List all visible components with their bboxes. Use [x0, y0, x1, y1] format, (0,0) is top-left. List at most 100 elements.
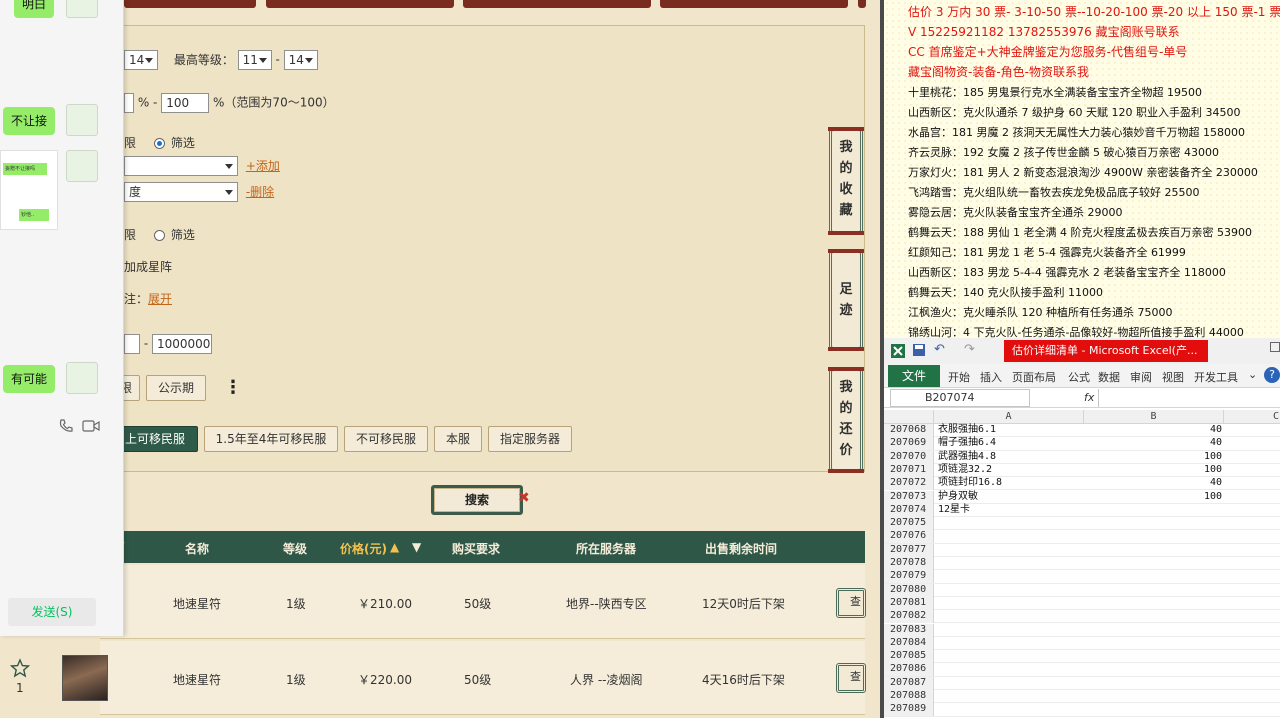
- row-number[interactable]: 207082: [884, 610, 934, 624]
- top-nav-tab[interactable]: [463, 0, 651, 8]
- price-min-input[interactable]: [124, 334, 140, 354]
- table-row[interactable]: 207085: [884, 650, 1280, 664]
- public-period-button[interactable]: 公示期: [146, 375, 206, 401]
- ribbon-tab[interactable]: 开发工具: [1194, 369, 1238, 385]
- table-row[interactable]: 地速星符 1级 ￥210.00 50级 地界--陕西专区 12天0时后下架: [100, 565, 865, 639]
- cell-a[interactable]: 帽子强抽6.4: [938, 437, 996, 449]
- row-number[interactable]: 207078: [884, 557, 934, 570]
- delete-link[interactable]: -删除: [246, 185, 274, 199]
- cell-b[interactable]: 40: [1210, 424, 1222, 436]
- table-row[interactable]: 207082: [884, 610, 1280, 624]
- table-row[interactable]: 207079: [884, 570, 1280, 584]
- row-number[interactable]: 207079: [884, 570, 934, 584]
- table-row[interactable]: 207071 项链混32.2 100: [884, 463, 1280, 478]
- row-number[interactable]: 207072: [884, 477, 934, 491]
- my-favorites-tab[interactable]: 我 的 收 藏: [828, 127, 864, 235]
- item-thumbnail[interactable]: [62, 655, 108, 701]
- ribbon-collapse-icon[interactable]: ⌄: [1248, 368, 1257, 381]
- col-header-price[interactable]: 价格(元): [340, 540, 387, 557]
- file-tab[interactable]: 文件: [888, 365, 940, 387]
- ribbon-tab[interactable]: 开始: [948, 369, 970, 385]
- row-number[interactable]: 207075: [884, 517, 934, 531]
- row-number[interactable]: 207085: [884, 650, 934, 664]
- ribbon-tab[interactable]: 数据: [1098, 369, 1120, 385]
- table-row[interactable]: 207074 12星卡: [884, 503, 1280, 518]
- item-name[interactable]: 地速星符: [173, 671, 221, 688]
- search-button[interactable]: 搜索: [431, 485, 523, 515]
- table-row[interactable]: 207086: [884, 663, 1280, 677]
- min-level-select[interactable]: 14: [124, 50, 158, 70]
- attr-select-1[interactable]: [124, 156, 238, 176]
- top-nav-tab[interactable]: [660, 0, 848, 8]
- cell-b[interactable]: 100: [1204, 491, 1222, 503]
- migration-btn-2[interactable]: 1.5年至4年可移民服: [204, 426, 338, 452]
- table-row[interactable]: 207068 衣服强抽6.1 40: [884, 424, 1280, 438]
- table-row[interactable]: 207072 项链封印16.8 40: [884, 477, 1280, 491]
- migration-btn-1[interactable]: 上可移民服: [112, 426, 198, 452]
- ribbon-tab[interactable]: 插入: [980, 369, 1002, 385]
- cell-a[interactable]: 武器强抽4.8: [938, 451, 996, 463]
- top-nav-tab[interactable]: [124, 0, 256, 8]
- cell-a[interactable]: 项链封印16.8: [938, 477, 1002, 489]
- table-row[interactable]: 207087: [884, 676, 1280, 690]
- fx-icon[interactable]: fx: [1084, 391, 1094, 404]
- price-max-input[interactable]: 1000000: [152, 334, 212, 354]
- ribbon-tab[interactable]: 公式: [1068, 369, 1090, 385]
- table-row[interactable]: 207084: [884, 636, 1280, 651]
- star-outline-icon[interactable]: [10, 658, 30, 678]
- row-number[interactable]: 207068: [884, 424, 934, 437]
- row-number[interactable]: 207073: [884, 490, 934, 504]
- filter-radio-1[interactable]: [153, 138, 165, 149]
- max-level-select-a[interactable]: 11: [237, 50, 272, 70]
- table-row[interactable]: 207078: [884, 557, 1280, 571]
- migration-btn-5[interactable]: 指定服务器: [488, 426, 572, 452]
- row-number[interactable]: 207069: [884, 437, 934, 451]
- table-row[interactable]: 207076: [884, 530, 1280, 544]
- name-box[interactable]: B207074: [890, 389, 1030, 407]
- view-button[interactable]: 查: [836, 588, 866, 618]
- percent-min-input[interactable]: [124, 93, 134, 113]
- row-number[interactable]: 207071: [884, 463, 934, 477]
- ribbon-tab[interactable]: 页面布局: [1012, 369, 1056, 385]
- attr-select-2[interactable]: 度: [124, 182, 238, 202]
- expand-link[interactable]: 展开: [148, 292, 172, 306]
- row-number[interactable]: 207077: [884, 543, 934, 557]
- row-number[interactable]: 207080: [884, 583, 934, 597]
- view-button[interactable]: 查: [836, 663, 866, 693]
- table-row[interactable]: 207080: [884, 583, 1280, 597]
- video-call-icon[interactable]: [82, 419, 100, 433]
- row-number[interactable]: 207070: [884, 450, 934, 464]
- cell-a[interactable]: 12星卡: [938, 504, 970, 516]
- save-icon[interactable]: [912, 343, 926, 357]
- cell-b[interactable]: 100: [1204, 451, 1222, 463]
- cell-b[interactable]: 40: [1210, 437, 1222, 449]
- ribbon-tab[interactable]: 视图: [1162, 369, 1184, 385]
- ribbon-tab[interactable]: 审阅: [1130, 369, 1152, 385]
- cell-a[interactable]: 衣服强抽6.1: [938, 424, 996, 436]
- table-row[interactable]: 207075: [884, 517, 1280, 531]
- table-row[interactable]: 地速星符 1级 ￥220.00 50级 人界 --凌烟阁 4天16时后下架: [100, 641, 865, 715]
- row-number[interactable]: 207089: [884, 703, 934, 717]
- formula-input[interactable]: [1098, 389, 1280, 407]
- row-number[interactable]: 207088: [884, 690, 934, 703]
- row-number[interactable]: 207086: [884, 663, 934, 677]
- table-row[interactable]: 207070 武器强抽4.8 100: [884, 450, 1280, 464]
- spreadsheet-grid[interactable]: A B C 207068 衣服强抽6.1 40 207069 帽子强抽6.4 40 2070…: [884, 410, 1280, 718]
- row-number[interactable]: 207084: [884, 636, 934, 650]
- column-header-b[interactable]: B: [1084, 410, 1224, 424]
- table-row[interactable]: 207073 护身双敏 100: [884, 490, 1280, 504]
- clear-icon[interactable]: ✖: [518, 490, 530, 506]
- item-name[interactable]: 地速星符: [173, 595, 221, 612]
- migration-btn-4[interactable]: 本服: [434, 426, 482, 452]
- help-icon[interactable]: ?: [1264, 367, 1280, 383]
- max-level-select-b[interactable]: 14: [283, 50, 318, 70]
- row-number[interactable]: 207087: [884, 676, 934, 690]
- cell-a[interactable]: 项链混32.2: [938, 464, 992, 476]
- row-number[interactable]: 207076: [884, 530, 934, 544]
- column-header-a[interactable]: A: [934, 410, 1084, 424]
- footprint-tab[interactable]: 足 迹: [828, 249, 864, 351]
- sort-up-icon[interactable]: ▲: [390, 540, 399, 554]
- undo-icon[interactable]: ↶: [934, 342, 945, 357]
- migration-btn-3[interactable]: 不可移民服: [344, 426, 428, 452]
- maximize-icon[interactable]: [1270, 342, 1280, 352]
